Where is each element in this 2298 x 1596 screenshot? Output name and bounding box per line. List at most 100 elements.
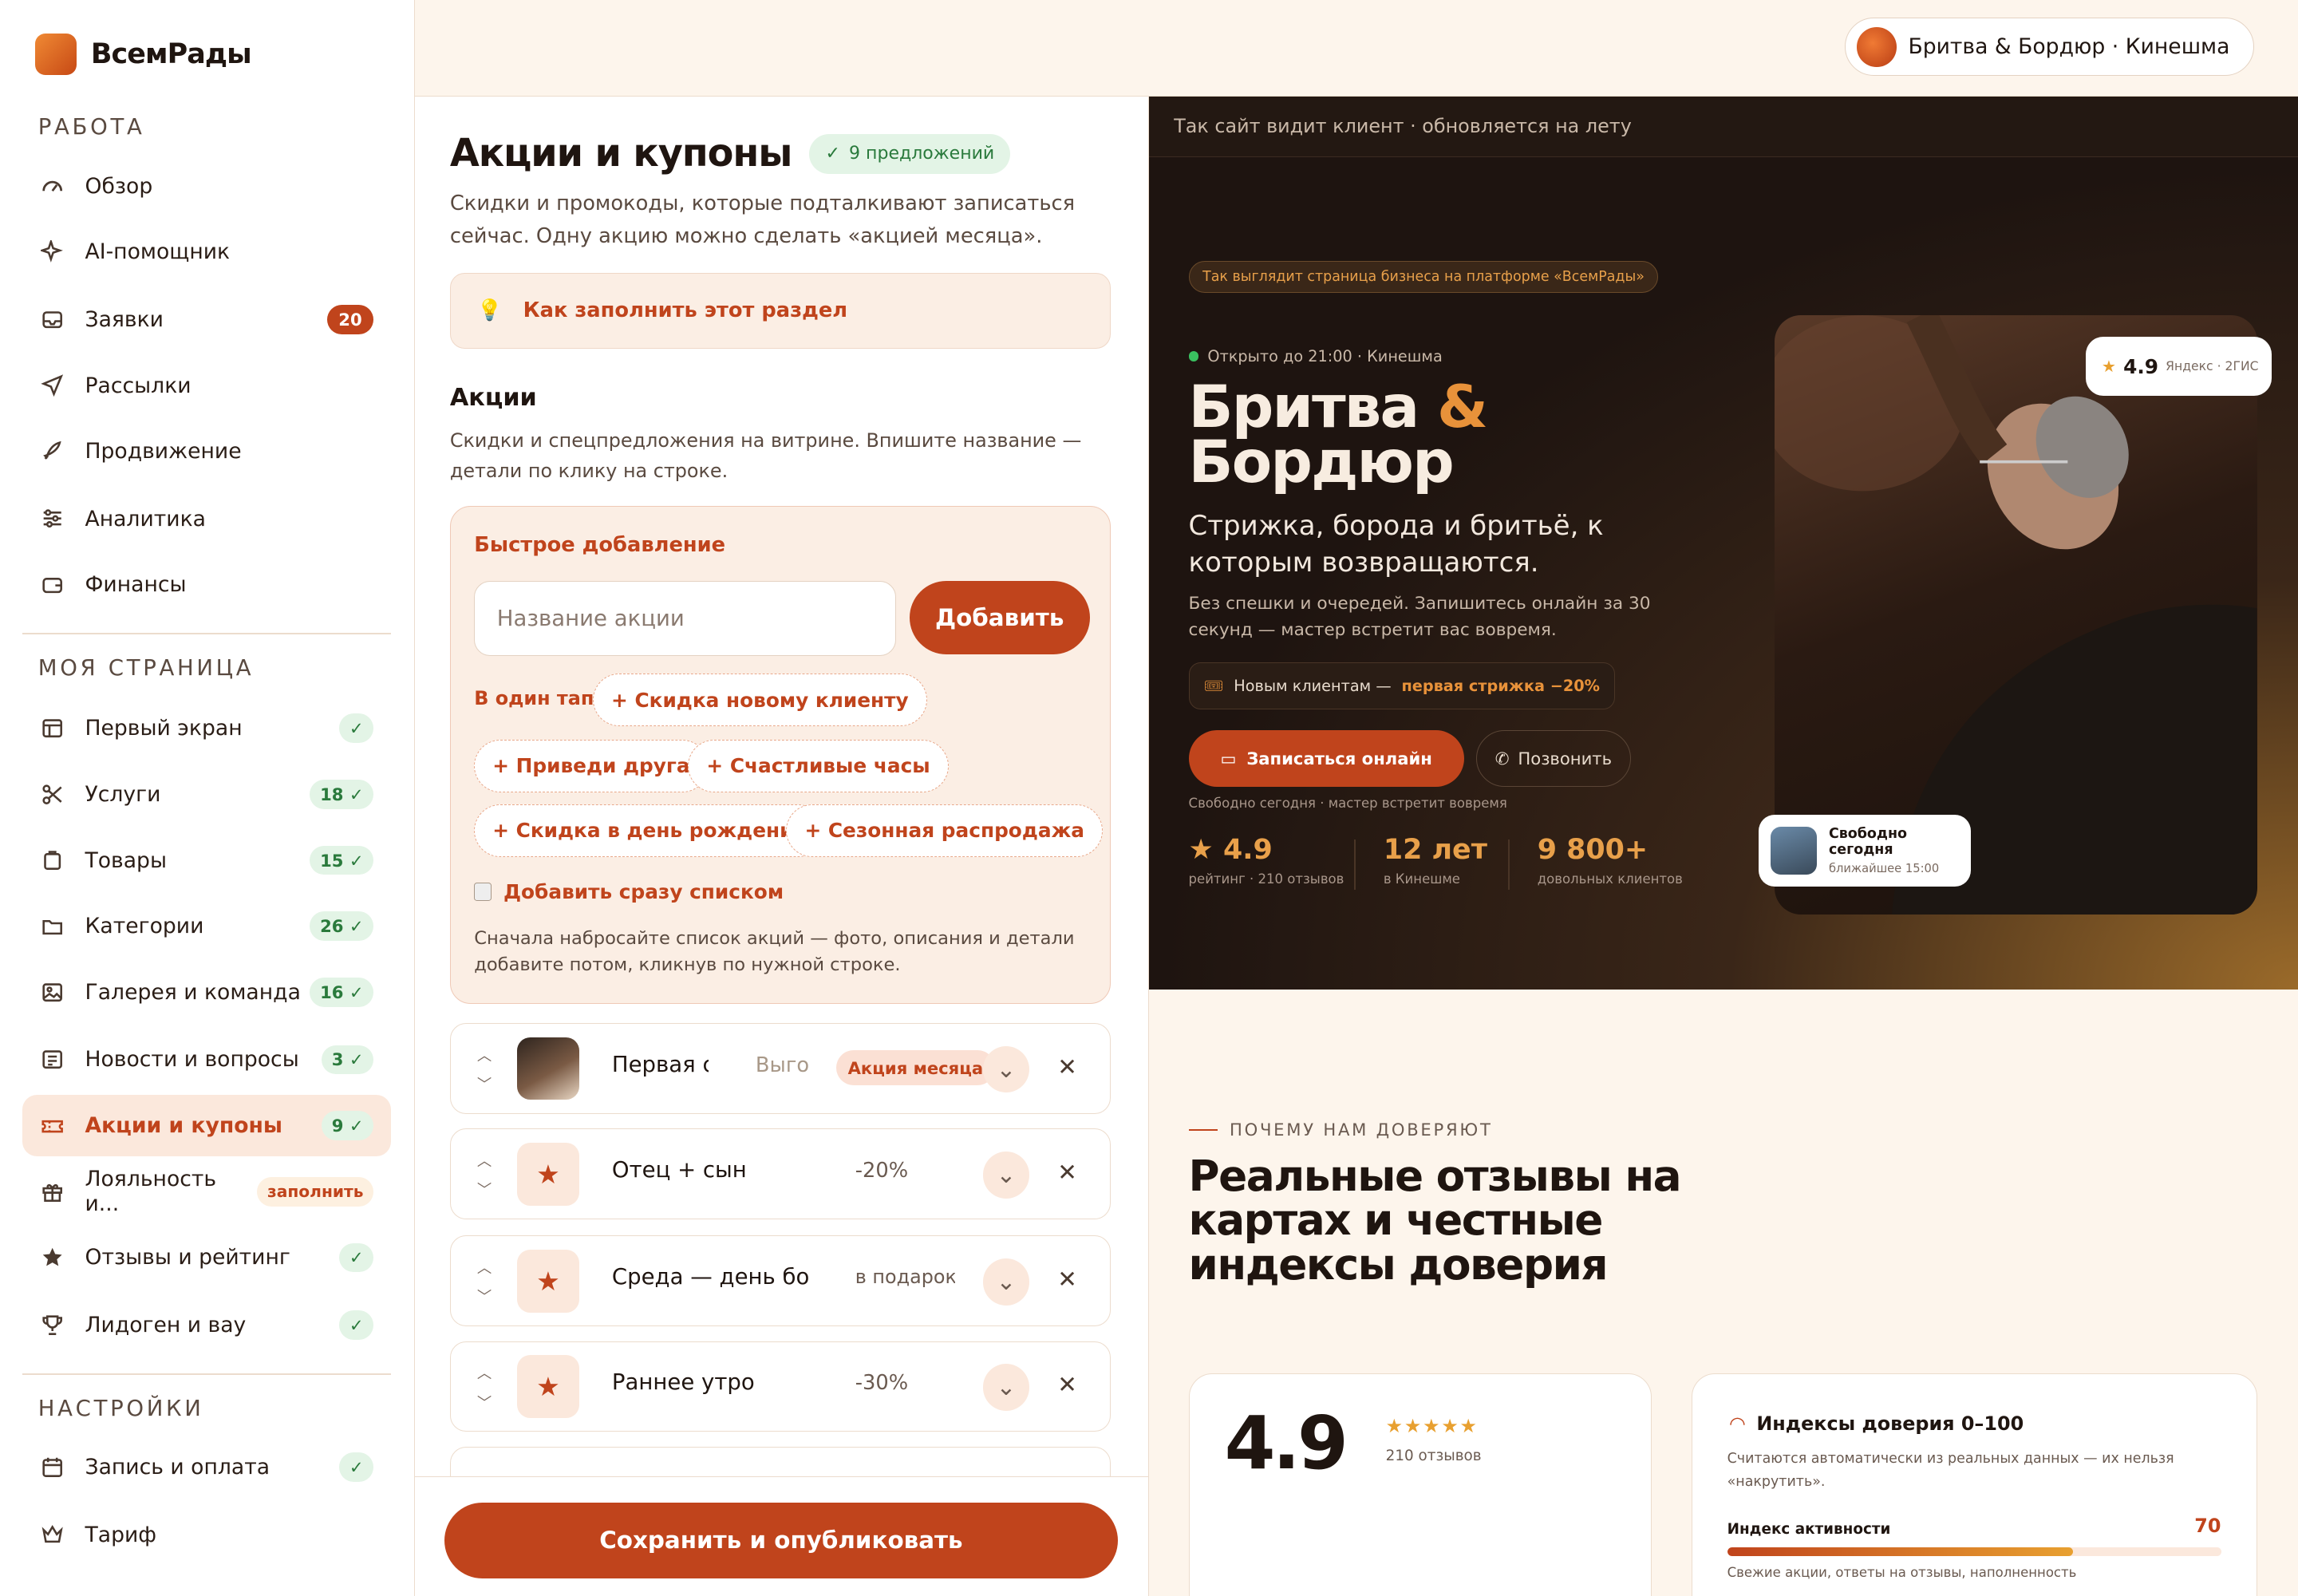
reorder-handle[interactable]: ︿ ﹀ [474,1045,495,1094]
promo-name[interactable]: Среда — день бороды [612,1264,810,1290]
sidebar-divider [22,1373,392,1375]
sidebar-item-products[interactable]: Товары 15 ✓ [22,830,392,891]
sidebar-item-label: Рассылки [85,373,192,398]
promo-of-month-badge[interactable]: Акция месяца [835,1050,995,1086]
delete-icon[interactable]: ✕ [1057,1053,1077,1080]
sidebar-item-promos[interactable]: Акции и купоны 9 ✓ [22,1095,392,1157]
help-hint-label: Как заполнить этот раздел [523,298,848,323]
trophy-icon [41,1314,64,1337]
promo-row[interactable]: ︿ ﹀ ★ Отец + сын -20% ⌄ ✕ [449,1128,1111,1220]
expand-button[interactable]: ⌄ [982,1151,1030,1199]
chip-happy-hours[interactable]: + Счастливые часы [688,739,949,792]
offers-count-text: 9 предложений [849,144,995,164]
status-badge: 16 ✓ [310,978,374,1007]
platform-tag: Так выглядит страница бизнеса на платфор… [1188,260,1659,294]
book-online-button[interactable]: ▭ Записаться онлайн [1188,729,1464,788]
sidebar-item-label: Услуги [85,781,161,807]
chip-seasonal-sale[interactable]: + Сезонная распродажа [786,804,1103,857]
chip-birthday[interactable]: + Скидка в день рождения [474,804,825,857]
promo-value[interactable]: Выгода [756,1053,808,1077]
sidebar-item-first-screen[interactable]: Первый экран ✓ [22,697,392,759]
tagline: Стрижка, борода и бритьё, к которым возв… [1188,510,1604,579]
sidebar-item-label: Новости и вопросы [85,1047,299,1073]
reorder-handle[interactable]: ︿ ﹀ [474,1150,495,1199]
promo-row[interactable]: ︿ ﹀ ★ Раннее утро -30% ⌄ ✕ [449,1341,1111,1432]
promo-name[interactable]: Первая стрижка [612,1052,709,1077]
delete-icon[interactable]: ✕ [1057,1159,1077,1186]
top-bar: Бритва & Бордюр · Кинешма [414,0,2298,97]
activity-progress-fill [1727,1547,2073,1556]
add-list-link[interactable]: Добавить сразу списком [474,880,784,903]
reorder-handle[interactable]: ︿ ﹀ [474,1257,495,1306]
layout-icon [41,717,64,740]
promo-name-input[interactable]: Название акции [474,581,897,656]
sidebar-item-loyalty[interactable]: Лояльность и... заполнить [22,1161,392,1223]
chevron-down-icon: ⌄ [996,1373,1017,1401]
expand-button[interactable]: ⌄ [982,1364,1030,1411]
stat-value: 12 лет [1383,834,1487,867]
sidebar-item-overview[interactable]: Обзор [22,156,392,217]
chip-refer-friend[interactable]: + Приведи друга [474,739,709,792]
stat-rating: ★ 4.9 рейтинг · 210 отзывов [1189,834,1344,887]
app-logo[interactable]: ВсемРады [35,34,252,75]
stat-years: 12 лет в Кинешме [1384,834,1487,887]
promo-name[interactable]: Отец + сын [612,1157,832,1183]
offers-count-pill: ✓ 9 предложений [809,134,1011,174]
free-slot-card[interactable]: Свободно сегодня ближайшее 15:00 [1759,815,1972,887]
promo-value[interactable]: в подарок [855,1266,955,1288]
sidebar-item-news[interactable]: Новости и вопросы 3 ✓ [22,1029,392,1090]
sidebar-item-label: Категории [85,914,204,939]
sidebar-item-leadgen[interactable]: Лидоген и вау ✓ [22,1294,392,1356]
promo-highlight: первая стрижка −20% [1401,677,1600,696]
sidebar-item-services[interactable]: Услуги 18 ✓ [22,764,392,825]
scissors-icon [41,783,64,806]
business-switcher[interactable]: Бритва & Бордюр · Кинешма [1844,18,2254,77]
sidebar-item-finance[interactable]: Финансы [22,554,392,615]
sidebar-item-gallery[interactable]: Галерея и команда 16 ✓ [22,962,392,1023]
activity-value: 70 [2194,1515,2221,1538]
promo-name[interactable]: Раннее утро [612,1369,832,1395]
sidebar-item-categories[interactable]: Категории 26 ✓ [22,895,392,957]
sidebar-item-ai[interactable]: AI-помощник [22,221,392,282]
activity-label: Индекс активности [1727,1520,1891,1538]
one-tap-label: В один тап: [474,686,602,709]
sidebar-item-analytics[interactable]: Аналитика [22,488,392,550]
expand-button[interactable]: ⌄ [982,1258,1030,1306]
chevron-down-icon: ﹀ [476,1077,492,1094]
trust-eyebrow-text: ПОЧЕМУ НАМ ДОВЕРЯЮТ [1229,1120,1493,1140]
section-work: РАБОТА [38,114,145,140]
promo-row[interactable]: ︿﹀ Первая стрижка Выгода Акция месяца ⌄ … [449,1023,1111,1114]
save-publish-button[interactable]: Сохранить и опубликовать [444,1502,1119,1579]
promo-value[interactable]: -30% [855,1371,958,1395]
sidebar-item-reviews[interactable]: Отзывы и рейтинг ✓ [22,1227,392,1288]
description: Без спешки и очередей. Запишитесь онлайн… [1188,594,1651,641]
section-my-page: МОЯ СТРАНИЦА [38,655,255,681]
sidebar-item-label: Лояльность и... [85,1167,217,1217]
star-icon: ★ [2101,357,2116,377]
sidebar-divider [22,633,392,635]
call-button[interactable]: ✆ Позвонить [1475,729,1632,788]
chevron-up-icon: ︿ [476,1152,492,1170]
chip-new-client[interactable]: + Скидка новому клиенту [593,674,927,727]
promo-row[interactable]: ︿﹀ ★ Среда — день бороды в подарок ⌄ ✕ [449,1235,1111,1327]
stat-value: 9 800+ [1537,834,1648,867]
sidebar-item-label: Финансы [85,572,187,598]
delete-icon[interactable]: ✕ [1057,1371,1077,1398]
sidebar-item-booking[interactable]: Запись и оплата ✓ [22,1436,392,1498]
sidebar-item-label: Акции и купоны [85,1113,283,1139]
sidebar-item-promotion[interactable]: Продвижение [22,421,392,482]
help-hint[interactable]: 💡 Как заполнить этот раздел [449,272,1111,350]
expand-button[interactable]: ⌄ [982,1045,1030,1093]
promo-banner[interactable]: 🎟 Новым клиентам — первая стрижка −20% [1188,662,1616,709]
reorder-handle[interactable]: ︿ ﹀ [474,1362,495,1412]
lightbulb-icon: 💡 [476,298,503,323]
delete-icon[interactable]: ✕ [1057,1266,1077,1293]
sidebar-item-mailings[interactable]: Рассылки [22,354,392,416]
add-button[interactable]: Добавить [909,581,1090,655]
editor-panel: Акции и купоны ✓ 9 предложений Скидки и п… [414,97,1149,1596]
sidebar-item-requests[interactable]: Заявки 20 [22,289,392,350]
sidebar-item-tariff[interactable]: Тариф [22,1503,392,1565]
gauge-icon [41,175,64,198]
image-icon [41,981,64,1004]
promo-value[interactable]: -20% [855,1159,958,1183]
